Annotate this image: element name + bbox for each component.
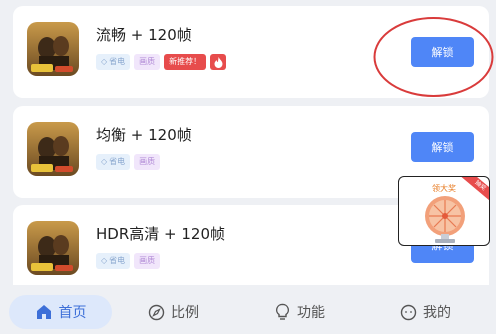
preset-title: HDR高清 + 120帧 [96,225,225,243]
tag-power-save: ◇ 省电 [96,253,131,269]
fire-icon [210,54,227,70]
nav-home-label: 首页 [58,305,87,321]
unlock-button[interactable]: 解锁 [411,132,474,162]
tag-new-recommend: 新推荐！ [164,54,207,70]
home-icon [36,305,51,319]
tag-quality: 画质 [134,253,161,269]
nav-function-label: 功能 [297,305,325,321]
nav-function[interactable]: 功能 [274,295,325,329]
battery-icon: ◇ [101,157,108,166]
lightbulb-icon [275,303,290,320]
battery-icon: ◇ [101,57,108,66]
tag-label: 省电 [109,157,126,166]
battery-icon: ◇ [101,256,108,265]
tag-list: ◇ 省电 画质 新推荐！ [96,54,227,70]
tag-label: 省电 [109,256,126,265]
nav-home[interactable]: 首页 [9,295,112,329]
nav-mine-label: 我的 [423,305,451,321]
profile-face-icon [400,304,417,320]
tag-quality: 画质 [134,54,161,70]
tag-list: ◇ 省电 画质 [96,253,161,269]
preset-title: 均衡 + 120帧 [96,126,192,144]
tag-power-save: ◇ 省电 [96,154,131,170]
bottom-nav: 首页 比例 功能 我的 [0,287,496,334]
preset-title: 流畅 + 120帧 [96,26,192,44]
nav-ratio-label: 比例 [171,305,199,321]
tag-label: 省电 [109,57,126,66]
prize-wheel-icon [425,196,465,243]
game-icon [27,221,79,275]
nav-mine[interactable]: 我的 [400,295,451,329]
lucky-wheel-ad[interactable]: 领大奖 抽奖 [398,176,490,246]
game-icon [27,122,79,176]
tag-list: ◇ 省电 画质 [96,154,161,170]
unlock-button[interactable]: 解锁 [411,37,474,67]
tag-quality: 画质 [134,154,161,170]
tag-power-save: ◇ 省电 [96,54,131,70]
preset-card-smooth[interactable]: 流畅 + 120帧 ◇ 省电 画质 新推荐！ 解锁 [13,6,489,98]
game-icon [27,22,79,76]
compass-icon [148,304,165,320]
nav-ratio[interactable]: 比例 [148,295,199,329]
